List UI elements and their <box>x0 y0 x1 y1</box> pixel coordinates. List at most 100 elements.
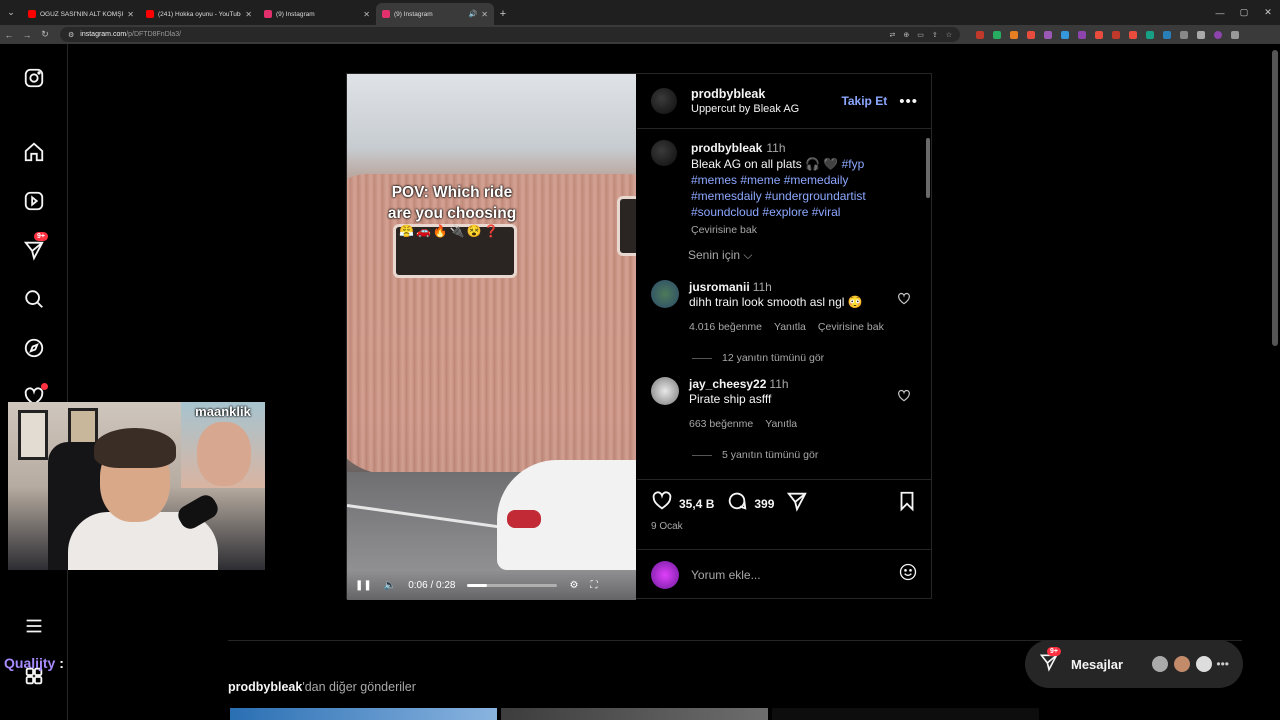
save-bookmark-icon[interactable] <box>896 490 918 517</box>
avatar[interactable] <box>651 377 679 405</box>
like-comment-heart-icon[interactable] <box>897 292 913 308</box>
puzzle-icon[interactable] <box>1180 30 1188 39</box>
stream-overlay-label: Qualijty : <box>4 655 64 671</box>
more-options-icon[interactable]: ••• <box>899 93 918 110</box>
instagram-logo-icon[interactable] <box>22 66 46 90</box>
messages-floating-button[interactable]: 9+ Mesajlar ••• <box>1025 640 1243 688</box>
close-tab-icon[interactable]: ✕ <box>363 10 370 19</box>
browser-tab-active[interactable]: (9) Instagram 🔊 ✕ <box>376 3 494 25</box>
reels-icon[interactable] <box>22 189 46 213</box>
avatar[interactable] <box>651 140 677 166</box>
maximize-icon[interactable]: ▢ <box>1232 0 1256 25</box>
post-thumbnail[interactable] <box>772 708 1039 720</box>
new-tab-button[interactable]: + <box>494 3 512 25</box>
extension-icon[interactable] <box>1078 30 1086 39</box>
more-posts-grid <box>230 708 1039 720</box>
extension-icon[interactable] <box>1163 30 1171 39</box>
bookmark-star-icon[interactable]: ☆ <box>946 31 952 39</box>
reload-icon[interactable]: ↻ <box>36 29 54 40</box>
settings-icon[interactable]: ⚙ <box>569 580 578 591</box>
audio-link[interactable]: Uppercut by Bleak AG <box>691 103 799 115</box>
extension-icon[interactable] <box>1061 30 1069 39</box>
search-icon[interactable] <box>22 287 46 311</box>
hashtag-link[interactable]: #memes #meme #memedaily <box>691 172 881 188</box>
speaker-icon[interactable]: 🔊 <box>469 10 478 18</box>
pause-icon[interactable]: ❚❚ <box>355 580 372 591</box>
video-progress-bar[interactable] <box>467 583 558 587</box>
comment-sort-dropdown[interactable]: Senin için ⌵ <box>688 248 752 263</box>
see-translation-link[interactable]: Çevirisine bak <box>691 222 881 238</box>
extension-icon[interactable] <box>1010 30 1018 39</box>
page-scrollbar[interactable] <box>1272 50 1278 346</box>
close-tab-icon[interactable]: ✕ <box>481 10 488 19</box>
scroll-thumb[interactable] <box>926 138 930 198</box>
post-author-username[interactable]: prodbybleak <box>691 87 799 101</box>
comment-input[interactable]: Yorum ekle... <box>691 568 898 582</box>
hamburger-menu-icon[interactable] <box>22 614 46 638</box>
avatar[interactable] <box>651 88 677 114</box>
extension-icon[interactable] <box>993 30 1001 39</box>
share-paper-plane-icon[interactable] <box>786 490 808 517</box>
reply-button[interactable]: Yanıtla <box>774 320 806 335</box>
reply-button[interactable]: Yanıtla <box>765 417 797 432</box>
hashtag-link[interactable]: #soundcloud #explore #viral <box>691 204 881 220</box>
messages-icon[interactable]: 9+ <box>22 232 48 262</box>
sort-label: Senin için <box>688 248 741 262</box>
menu-icon[interactable] <box>1197 30 1205 39</box>
extension-icon[interactable] <box>976 30 984 39</box>
comment-count[interactable]: 399 <box>754 497 774 511</box>
minimize-icon[interactable]: — <box>1208 0 1232 25</box>
home-icon[interactable] <box>22 140 46 164</box>
forward-icon[interactable]: → <box>18 30 36 40</box>
site-info-icon[interactable]: ⚙ <box>68 31 74 39</box>
hashtag-link[interactable]: #memesdaily #undergroundartist <box>691 188 881 204</box>
comments-scrollbar[interactable] <box>926 130 930 480</box>
close-window-icon[interactable]: ✕ <box>1256 0 1280 25</box>
comment-composer: Yorum ekle... <box>637 549 932 599</box>
extension-icon[interactable] <box>1112 30 1120 39</box>
close-tab-icon[interactable]: ✕ <box>127 10 134 19</box>
zoom-icon[interactable]: ⊕ <box>903 31 909 39</box>
share-icon[interactable]: ⇪ <box>932 31 938 39</box>
browser-tab[interactable]: (241) Hokka oyunu - YouTube ✕ <box>140 3 258 25</box>
emoji-picker-icon[interactable] <box>898 562 918 587</box>
back-icon[interactable]: ← <box>0 30 18 40</box>
comment-bubble-icon[interactable] <box>726 490 748 517</box>
extension-icon[interactable] <box>1044 30 1052 39</box>
inset-face <box>197 422 251 486</box>
hashtag-link[interactable]: #fyp <box>842 157 865 171</box>
comment-username[interactable]: jay_cheesy22 <box>689 377 766 391</box>
like-heart-icon[interactable] <box>651 490 673 517</box>
url-input[interactable]: ⚙ instagram.com /p/DFTD8FnDla3/ ⇄ ⊕ ▭ ⇪ … <box>60 27 960 42</box>
caption-username[interactable]: prodbybleak <box>691 141 762 155</box>
post-thumbnail[interactable] <box>501 708 768 720</box>
extension-icon[interactable] <box>1146 30 1154 39</box>
browser-tab[interactable]: OĞUZ SASİ'NİN ALT KOMŞUSU ✕ <box>22 3 140 25</box>
reel-video[interactable]: POV: Which ride are you choosing 😤🚗🔥🔌😵❓ … <box>347 74 636 600</box>
extension-icon[interactable] <box>1129 30 1137 39</box>
fullscreen-icon[interactable]: ⛶ <box>590 580 597 591</box>
like-count[interactable]: 35,4 B <box>679 497 714 511</box>
profile-avatar[interactable] <box>1214 30 1222 39</box>
avatar[interactable] <box>651 280 679 308</box>
post-thumbnail[interactable] <box>230 708 497 720</box>
more-menu-icon[interactable] <box>1231 30 1239 39</box>
comment-likes[interactable]: 4.016 beğenme <box>689 320 762 335</box>
volume-icon[interactable]: 🔈 <box>384 580 396 591</box>
comment-username[interactable]: jusromanii <box>689 280 750 294</box>
view-replies-link[interactable]: 5 yanıtın tümünü gör <box>692 449 818 461</box>
view-replies-link[interactable]: 12 yanıtın tümünü gör <box>692 352 824 364</box>
browser-tab[interactable]: (9) Instagram ✕ <box>258 3 376 25</box>
more-posts-username[interactable]: prodbybleak <box>228 680 302 694</box>
extension-icon[interactable] <box>1095 30 1103 39</box>
tab-search-chevron-icon[interactable]: ⌄ <box>0 0 22 25</box>
comment-likes[interactable]: 663 beğenme <box>689 417 753 432</box>
translate-icon[interactable]: ⇄ <box>889 31 895 39</box>
explore-compass-icon[interactable] <box>22 336 46 360</box>
cast-icon[interactable]: ▭ <box>917 31 924 39</box>
like-comment-heart-icon[interactable] <box>897 389 913 405</box>
follow-button[interactable]: Takip Et <box>841 94 887 108</box>
extension-icon[interactable] <box>1027 30 1035 39</box>
see-translation-link[interactable]: Çevirisine bak <box>818 320 884 335</box>
close-tab-icon[interactable]: ✕ <box>245 10 252 19</box>
